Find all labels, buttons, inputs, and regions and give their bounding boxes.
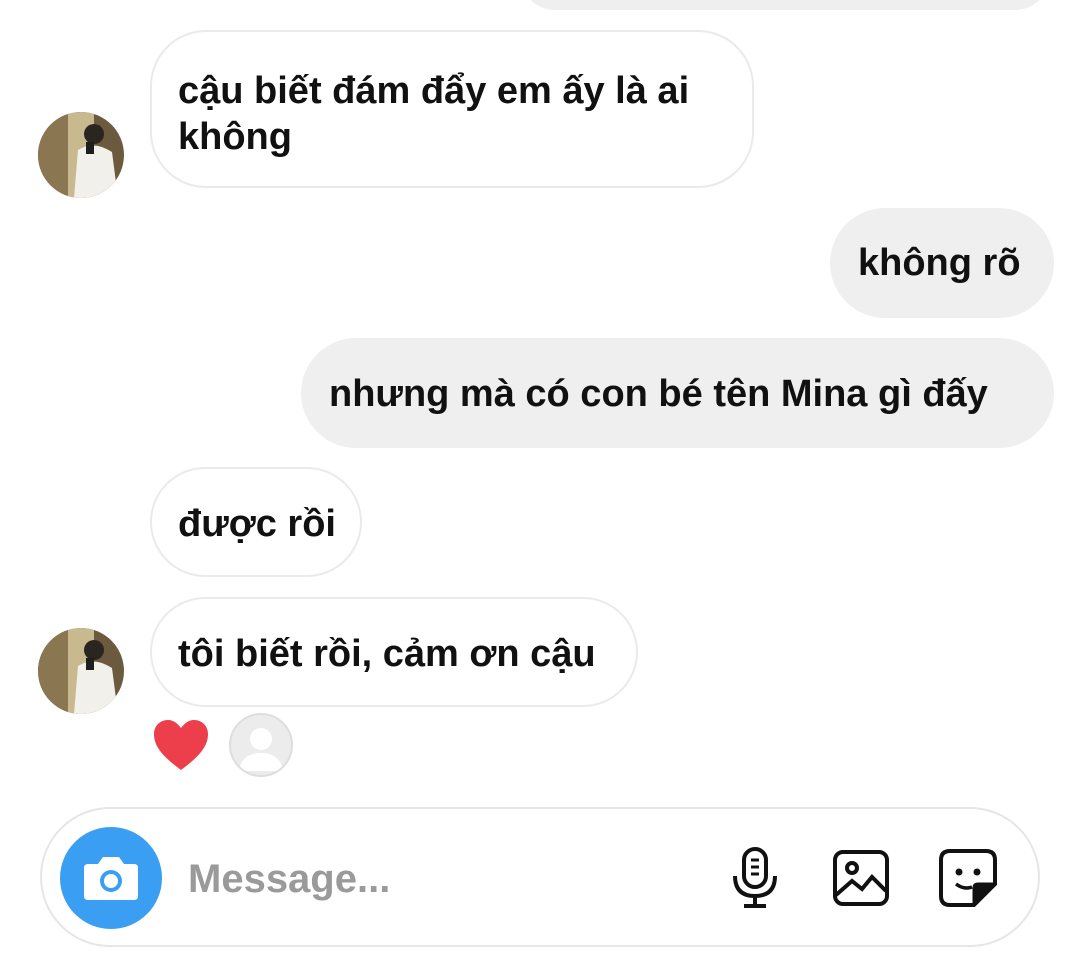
reactor-avatar[interactable] xyxy=(229,713,293,777)
contact-avatar[interactable] xyxy=(38,112,124,198)
sticker-icon[interactable] xyxy=(935,845,1001,911)
camera-button[interactable] xyxy=(60,827,162,929)
avatar-photo xyxy=(38,112,124,198)
chat-screen: cậu biết đám đẩy em ấy là ai không không… xyxy=(0,0,1080,965)
message-bubble-outgoing[interactable]: nhưng mà có con bé tên Mina gì đấy xyxy=(301,338,1054,448)
default-user-icon xyxy=(239,728,283,771)
message-text: nhưng mà có con bé tên Mina gì đấy xyxy=(329,373,988,415)
message-text: tôi biết rồi, cảm ơn cậu xyxy=(178,633,596,675)
message-bubble-incoming[interactable]: tôi biết rồi, cảm ơn cậu xyxy=(150,597,638,707)
message-text: cậu biết đám đẩy em ấy là ai xyxy=(178,70,690,112)
contact-avatar[interactable] xyxy=(38,628,124,714)
previous-message-bubble[interactable] xyxy=(520,0,1050,10)
avatar-photo xyxy=(38,628,124,714)
message-text: không rõ xyxy=(858,242,1021,284)
gallery-icon[interactable] xyxy=(828,845,894,911)
message-input[interactable] xyxy=(188,849,708,909)
message-text: không xyxy=(178,116,292,158)
message-text: được rồi xyxy=(178,503,336,545)
heart-icon[interactable] xyxy=(152,718,210,772)
message-bubble-incoming[interactable]: cậu biết đám đẩy em ấy là ai không xyxy=(150,30,754,188)
message-bubble-outgoing[interactable]: không rõ xyxy=(830,208,1054,318)
message-composer xyxy=(40,807,1040,947)
message-bubble-incoming[interactable]: được rồi xyxy=(150,467,362,577)
camera-icon xyxy=(84,857,138,900)
microphone-icon[interactable] xyxy=(722,845,788,911)
